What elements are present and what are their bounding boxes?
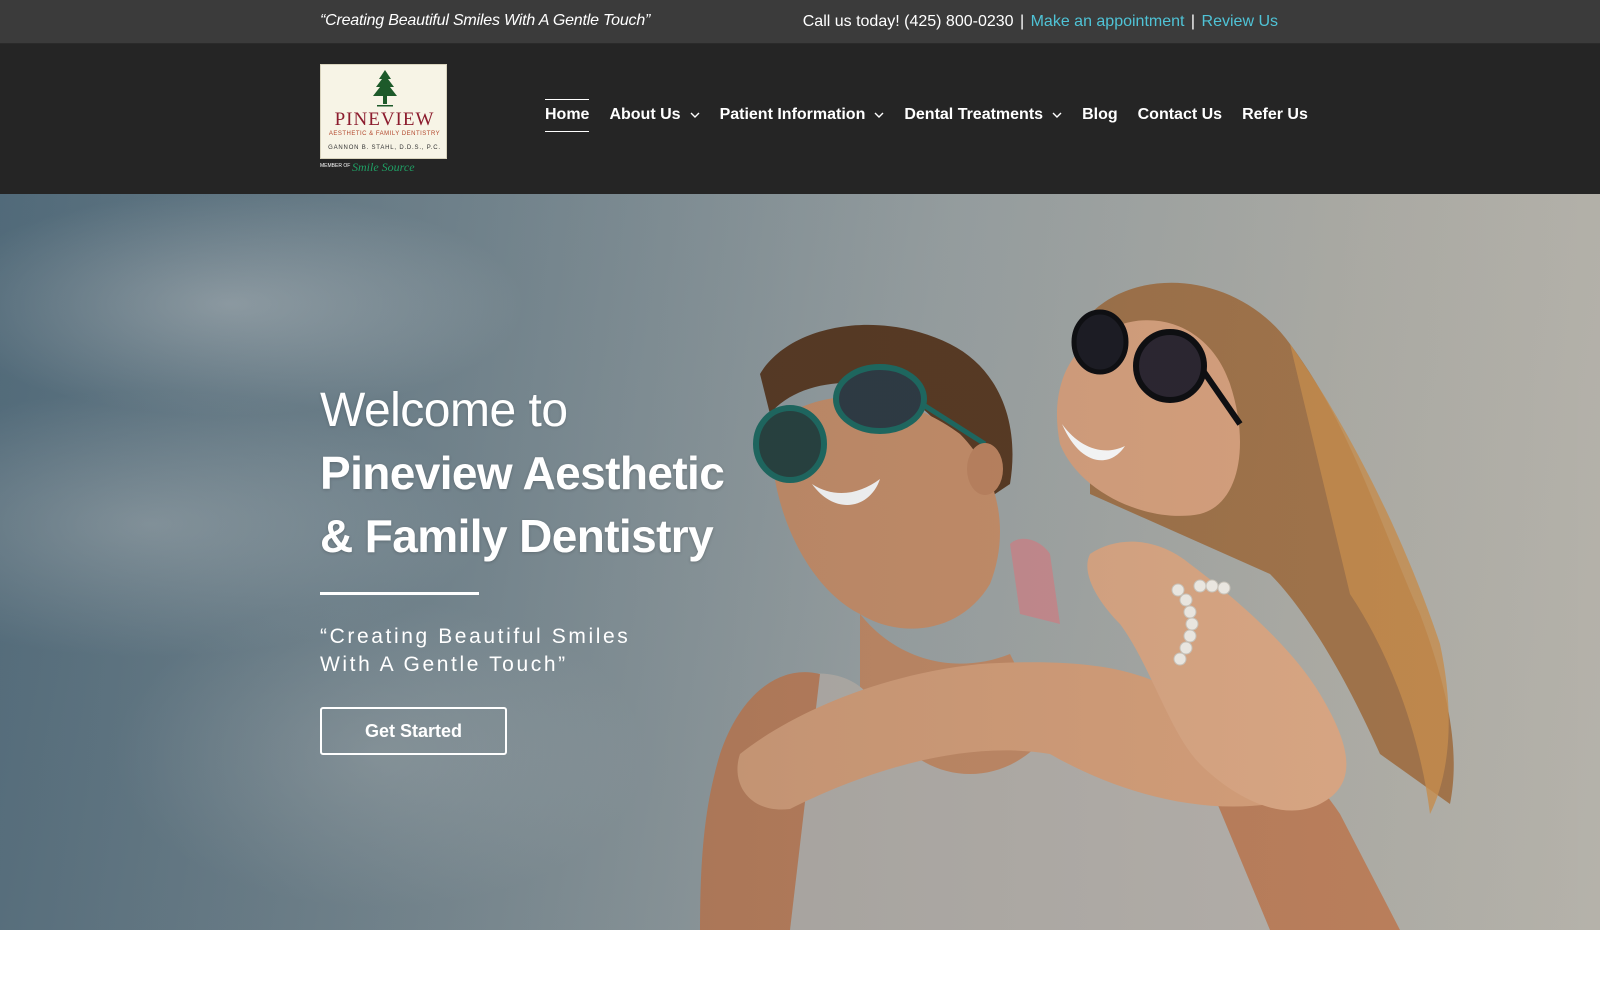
hero-divider: [320, 592, 479, 595]
nav-item-label: Patient Information: [719, 106, 866, 123]
nav-item-label: About Us: [609, 106, 681, 123]
nav-item-label: Dental Treatments: [904, 106, 1044, 123]
hero-title: Pineview Aesthetic & Family Dentistry: [320, 442, 780, 568]
logo-badge: PINEVIEW AESTHETIC & FAMILY DENTISTRY GA…: [320, 64, 447, 159]
hero-slogan: “Creating Beautiful Smiles With A Gentle…: [320, 623, 680, 679]
nav-item-home[interactable]: Home: [545, 99, 590, 132]
nav-item-about-us[interactable]: About Us: [609, 100, 700, 130]
top-bar: “Creating Beautiful Smiles With A Gentle…: [0, 0, 1600, 44]
make-appointment-link[interactable]: Make an appointment: [1031, 13, 1185, 30]
top-bar-tagline: “Creating Beautiful Smiles With A Gentle…: [320, 12, 651, 29]
nav-item-contact-us[interactable]: Contact Us: [1138, 100, 1222, 130]
nav-item-blog[interactable]: Blog: [1082, 100, 1118, 130]
hero-overlay: [0, 194, 1600, 930]
logo-network: Smile Source: [352, 160, 415, 174]
hero-banner: Welcome to Pineview Aesthetic & Family D…: [0, 194, 1600, 930]
hero-welcome: Welcome to: [320, 384, 568, 437]
logo-doctor: GANNON B. STAHL, D.D.S., P.C.: [328, 145, 441, 151]
get-started-button[interactable]: Get Started: [320, 707, 507, 755]
site-logo[interactable]: PINEVIEW AESTHETIC & FAMILY DENTISTRY GA…: [320, 64, 447, 176]
nav-item-label: Contact Us: [1137, 106, 1223, 123]
hero-title-line: & Family Dentistry: [320, 510, 714, 562]
nav-item-refer-us[interactable]: Refer Us: [1242, 100, 1308, 130]
hero-content: Welcome to Pineview Aesthetic & Family D…: [320, 380, 780, 755]
logo-name: PINEVIEW: [334, 109, 435, 130]
logo-subtitle: AESTHETIC & FAMILY DENTISTRY: [328, 131, 441, 137]
hero-title-line: Pineview Aesthetic: [320, 447, 725, 499]
top-bar-contact: Call us today! (425) 800-0230 | Make an …: [803, 13, 1278, 31]
nav-item-label: Blog: [1082, 106, 1118, 123]
chevron-down-icon: [690, 112, 700, 118]
nav-item-label: Refer Us: [1242, 106, 1308, 123]
nav-item-patient-information[interactable]: Patient Information: [720, 100, 885, 130]
separator: |: [1019, 13, 1025, 30]
separator: |: [1190, 13, 1196, 30]
nav-item-label: Home: [545, 106, 590, 123]
hero-slogan-line: With A Gentle Touch”: [320, 653, 568, 676]
logo-member-text: MEMBER OF: [320, 163, 351, 169]
hero-slogan-line: “Creating Beautiful Smiles: [320, 625, 631, 648]
chevron-down-icon: [874, 112, 884, 118]
chevron-down-icon: [1052, 112, 1062, 118]
main-nav: Home About Us Patient Information Dental…: [545, 99, 1308, 132]
review-us-link[interactable]: Review Us: [1202, 13, 1278, 30]
pine-tree-icon: [373, 70, 397, 107]
site-header: PINEVIEW AESTHETIC & FAMILY DENTISTRY GA…: [0, 44, 1600, 194]
call-us-text: Call us today! (425) 800-0230: [802, 13, 1014, 30]
nav-item-dental-treatments[interactable]: Dental Treatments: [904, 100, 1062, 130]
